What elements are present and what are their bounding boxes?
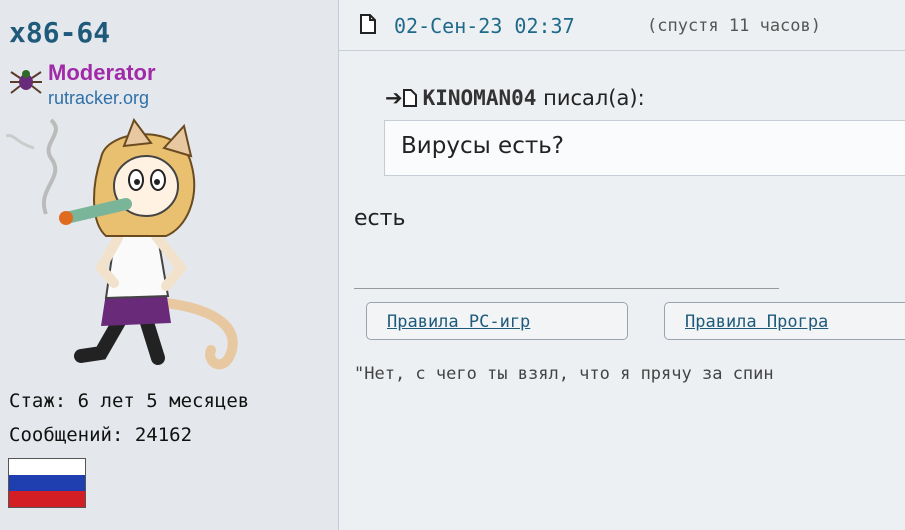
post-date[interactable]: 02-Сен-23 02:37	[394, 14, 575, 38]
post-elapsed: (спустя 11 часов)	[647, 16, 821, 36]
username[interactable]: x86-64	[9, 16, 110, 49]
quote-box: Вирусы есть?	[384, 120, 905, 176]
post-message: есть	[354, 206, 406, 231]
document-icon	[402, 89, 417, 107]
tenure-stat: Стаж: 6 лет 5 месяцев	[9, 390, 250, 412]
spider-icon	[10, 70, 42, 94]
quote-arrow-icon: ➔	[385, 86, 403, 110]
post-count-stat: Сообщений: 24162	[9, 424, 193, 446]
user-profile-panel: x86-64 Moderator rutracker.org Стаж: 6 л…	[0, 0, 339, 530]
quote-text: Вирусы есть?	[401, 133, 565, 159]
quote-header: ➔ KINOMAN04 писал(а):	[385, 86, 645, 110]
post-header: 02-Сен-23 02:37 (спустя 11 часов)	[339, 0, 905, 51]
signature-text: "Нет, с чего ты взял, что я прячу за спи…	[354, 364, 774, 384]
rank-title: Moderator	[48, 60, 156, 85]
avatar	[6, 118, 238, 370]
rank-block: Moderator rutracker.org	[8, 60, 208, 112]
pc-games-rules-button[interactable]: Правила PC-игр	[366, 302, 628, 340]
russia-flag-icon	[8, 458, 86, 508]
software-rules-button[interactable]: Правила Програ	[664, 302, 905, 340]
signature-divider	[354, 288, 779, 289]
rank-site: rutracker.org	[48, 88, 150, 108]
document-icon[interactable]	[359, 14, 377, 34]
post-panel: 02-Сен-23 02:37 (спустя 11 часов) ➔ KINOM…	[339, 0, 905, 530]
quote-wrote-label: писал(а):	[543, 86, 645, 110]
quote-author[interactable]: KINOMAN04	[423, 86, 537, 110]
